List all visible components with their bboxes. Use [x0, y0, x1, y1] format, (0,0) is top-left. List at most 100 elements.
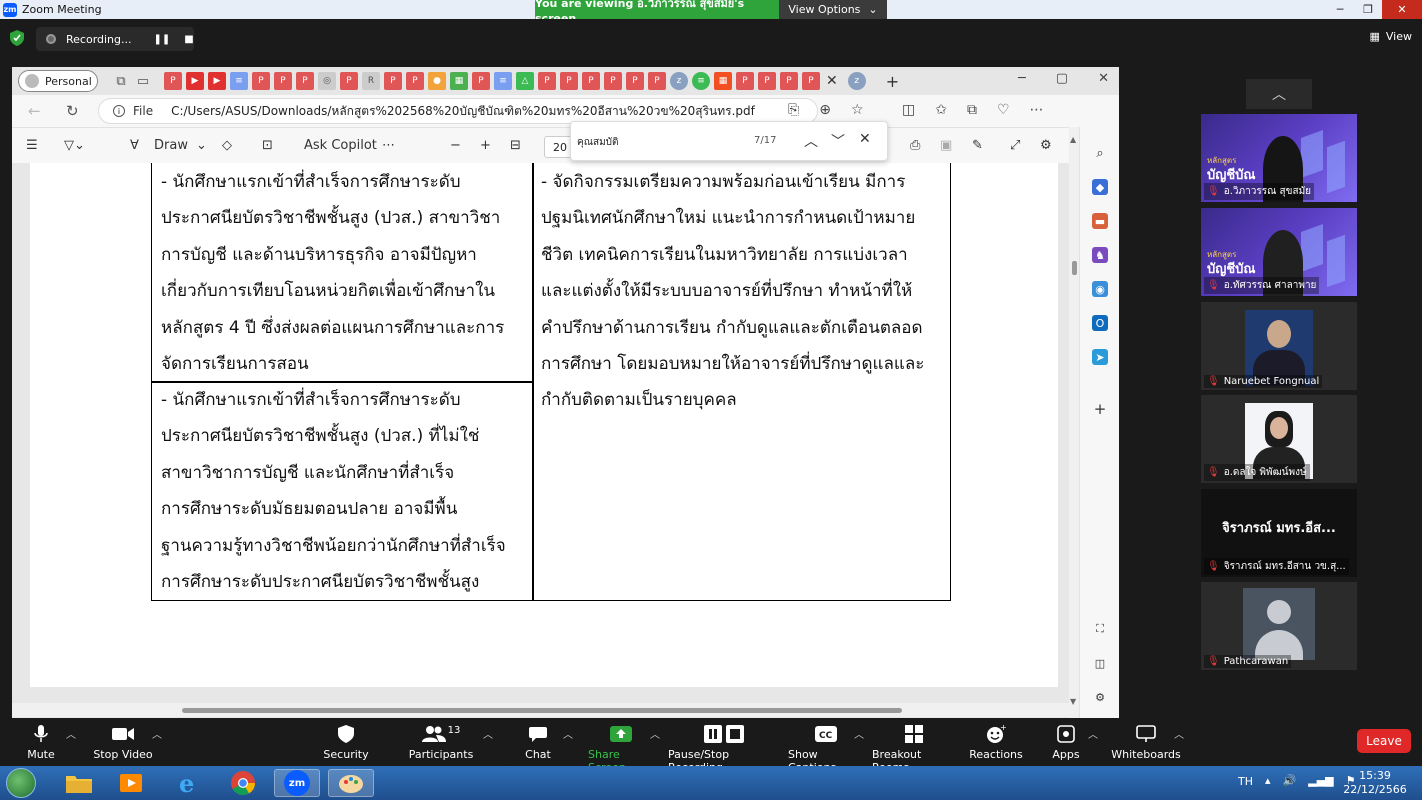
tab-generic-icon[interactable]: ▦: [450, 72, 468, 90]
shopping-icon[interactable]: ◆: [1092, 179, 1108, 195]
tab-pdf-icon[interactable]: P: [384, 72, 402, 90]
favorites-icon[interactable]: ✩: [935, 102, 947, 118]
vertical-scrollbar[interactable]: ▲ ▼: [1069, 127, 1079, 718]
video-options-icon[interactable]: ︿: [152, 726, 162, 741]
eraser-icon[interactable]: ◇: [222, 138, 232, 153]
minimize-button[interactable]: ─: [1326, 0, 1354, 19]
tab-pdf-icon[interactable]: P: [758, 72, 776, 90]
participant-tile[interactable]: จิราภรณ์ มทร.อีส... 🎙 จิราภรณ์ มทร.อีสาน …: [1201, 489, 1357, 577]
outlook-icon[interactable]: O: [1092, 315, 1108, 331]
pdf-settings-gear-icon[interactable]: ⚙: [1040, 138, 1052, 153]
browser-essentials-icon[interactable]: ♡: [997, 102, 1010, 118]
view-options-button[interactable]: View Options ⌄: [779, 0, 887, 19]
mute-button[interactable]: Mute: [20, 720, 62, 761]
workspaces-icon[interactable]: ⧉: [112, 72, 130, 90]
tab-generic-icon[interactable]: ●: [428, 72, 446, 90]
tab-generic-icon[interactable]: ◎: [318, 72, 336, 90]
close-icon[interactable]: ✕: [1098, 71, 1109, 86]
security-button[interactable]: Security: [323, 720, 369, 761]
fullscreen-icon[interactable]: ⤢: [1010, 138, 1020, 153]
scroll-thumb[interactable]: [182, 708, 902, 713]
tab-doc-icon[interactable]: ≡: [230, 72, 248, 90]
send-icon[interactable]: ➤: [1092, 349, 1108, 365]
participants-button[interactable]: 13 Participants: [408, 720, 474, 762]
tab-pdf-icon[interactable]: P: [538, 72, 556, 90]
participant-tile[interactable]: หลักสูตร บัญชีบัณ 🎙 อ.วิภาวรรณ สุขสมัย: [1201, 114, 1357, 202]
audio-options-icon[interactable]: ︿: [66, 726, 76, 741]
tab-pdf-icon[interactable]: P: [296, 72, 314, 90]
clock[interactable]: 15:39 22/12/2566: [1340, 769, 1410, 797]
tools-icon[interactable]: ▬: [1092, 213, 1108, 229]
zoom-out-icon[interactable]: −: [450, 138, 461, 153]
tab-pdf-icon[interactable]: P: [472, 72, 490, 90]
tray-expand-icon[interactable]: ▴: [1265, 774, 1271, 787]
volume-icon[interactable]: 🔊: [1283, 774, 1297, 787]
scroll-up-icon[interactable]: ▲: [1070, 135, 1076, 144]
zoom-icon[interactable]: ⊕: [819, 102, 831, 118]
participant-tile[interactable]: 🎙 Naruebet Fongnual: [1201, 302, 1357, 390]
stop-video-button[interactable]: Stop Video: [92, 720, 154, 761]
ask-copilot-label[interactable]: Ask Copilot: [304, 138, 377, 153]
close-tab-icon[interactable]: ✕: [826, 73, 838, 89]
tab-pdf-icon[interactable]: P: [252, 72, 270, 90]
close-button[interactable]: ✕: [1382, 0, 1422, 19]
scroll-down-icon[interactable]: ▼: [1070, 697, 1076, 706]
apps-button[interactable]: Apps: [1048, 720, 1084, 761]
contents-icon[interactable]: ☰: [26, 138, 38, 153]
highlight-icon[interactable]: ▽⌄: [64, 138, 85, 153]
chat-options-icon[interactable]: ︿: [563, 726, 573, 741]
tab-actions-icon[interactable]: ▭: [134, 72, 152, 90]
collections-icon[interactable]: ⧉: [967, 102, 977, 118]
tab-generic-icon[interactable]: R: [362, 72, 380, 90]
read-aloud-icon[interactable]: ⎘: [788, 102, 799, 118]
new-tab-icon[interactable]: +: [886, 72, 899, 91]
participant-tile[interactable]: หลักสูตร บัญชีบัณ 🎙 อ.ทัศวรรณ ศาลาพาย: [1201, 208, 1357, 296]
apps-options-icon[interactable]: ︿: [1088, 726, 1098, 741]
whiteboard-options-icon[interactable]: ︿: [1174, 726, 1184, 741]
search-icon[interactable]: ⌕: [1092, 145, 1108, 161]
stop-recording-icon[interactable]: ■: [184, 34, 193, 45]
tab-zoom-icon[interactable]: z: [847, 72, 866, 90]
share-options-icon[interactable]: ︿: [650, 726, 660, 741]
find-close-icon[interactable]: ✕: [859, 131, 871, 147]
draw-icon[interactable]: ∀: [130, 138, 139, 153]
sidebar-toggle-icon[interactable]: ◫: [1092, 655, 1108, 671]
profile-button[interactable]: Personal: [18, 70, 98, 92]
leave-button[interactable]: Leave: [1357, 729, 1411, 753]
tab-generic-icon[interactable]: ≡: [692, 72, 710, 90]
reactions-button[interactable]: + Reactions: [969, 720, 1023, 761]
zoom-taskbar-icon[interactable]: zm: [274, 769, 320, 797]
tab-doc-icon[interactable]: ≡: [494, 72, 512, 90]
tab-youtube-icon[interactable]: ▶: [186, 72, 204, 90]
minimize-icon[interactable]: ─: [1018, 71, 1026, 86]
tab-drive-icon[interactable]: △: [516, 72, 534, 90]
sidebar-settings-gear-icon[interactable]: ⚙: [1092, 689, 1108, 705]
participants-options-icon[interactable]: ︿: [483, 726, 493, 741]
more-tools-icon[interactable]: ⋯: [382, 138, 395, 153]
gallery-scroll-up-icon[interactable]: ︿: [1246, 79, 1312, 109]
tab-pdf-icon[interactable]: P: [164, 72, 182, 90]
scroll-thumb[interactable]: [1072, 261, 1077, 275]
tab-pdf-icon[interactable]: P: [648, 72, 666, 90]
tab-pdf-icon[interactable]: P: [626, 72, 644, 90]
tab-youtube-icon[interactable]: ▶: [208, 72, 226, 90]
text-box-icon[interactable]: ⊡: [262, 138, 273, 153]
tab-pdf-icon[interactable]: P: [340, 72, 358, 90]
tab-pdf-icon[interactable]: P: [604, 72, 622, 90]
tab-pdf-icon[interactable]: P: [582, 72, 600, 90]
find-next-icon[interactable]: ﹀: [831, 131, 845, 151]
find-previous-icon[interactable]: ︿: [804, 131, 818, 151]
tab-zoom-icon[interactable]: z: [670, 72, 688, 90]
participant-tile[interactable]: 🎙 อ.ดลใจ พิพัฒน์พงษ์: [1201, 395, 1357, 483]
split-screen-icon[interactable]: ◫: [902, 102, 915, 118]
tab-pdf-icon[interactable]: P: [736, 72, 754, 90]
info-icon[interactable]: i: [113, 105, 125, 117]
internet-explorer-icon[interactable]: e: [166, 769, 212, 797]
start-button[interactable]: [6, 768, 36, 798]
save-as-icon[interactable]: ✎: [972, 138, 983, 153]
participant-tile[interactable]: 🎙 Pathcarawan: [1201, 582, 1357, 670]
screenshot-icon[interactable]: ⛶: [1092, 621, 1108, 637]
language-indicator[interactable]: TH: [1238, 775, 1253, 788]
fit-page-icon[interactable]: ⊟: [510, 138, 521, 153]
encryption-shield-icon[interactable]: [10, 30, 24, 46]
